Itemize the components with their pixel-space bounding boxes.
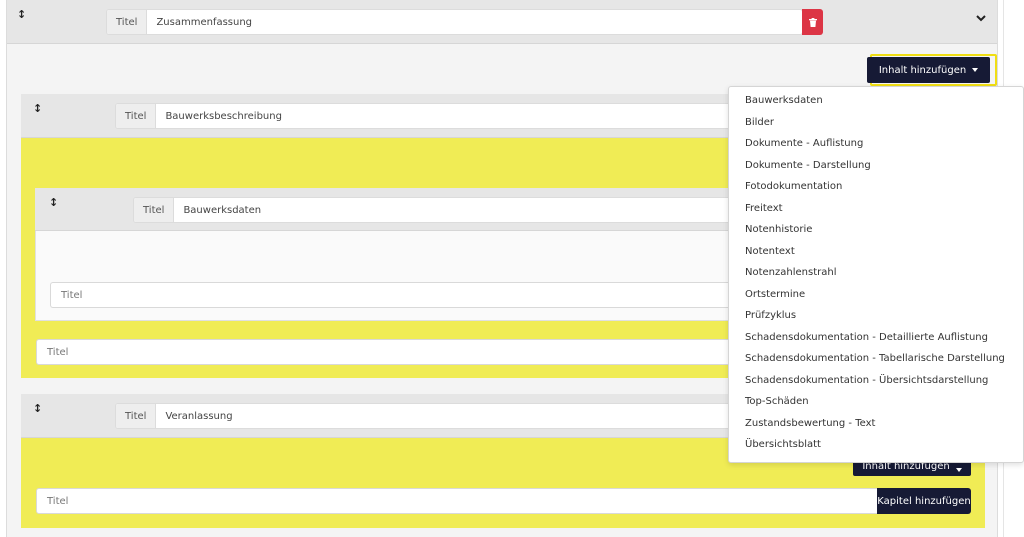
section-title-input[interactable]: Bauwerksbeschreibung [156,104,734,128]
dropdown-item[interactable]: Notenhistorie [745,224,812,235]
top-section-title-input[interactable]: Zusammenfassung [147,10,802,34]
titel-label: Titel [107,10,148,34]
dropdown-item[interactable]: Prüfzyklus [745,310,796,321]
section-title-input[interactable]: Veranlassung [156,404,734,428]
dropdown-item[interactable]: Notenzahlenstrahl [745,267,836,278]
dropdown-item[interactable]: Dokumente - Auflistung [745,138,863,149]
titel-label: Titel [116,104,157,128]
caret-down-icon [955,468,962,472]
dropdown-item[interactable]: Freitext [745,203,783,214]
chevron-down-icon[interactable] [976,15,986,22]
drag-handle-icon[interactable]: ↕ [33,102,42,115]
dropdown-item[interactable]: Übersichtsblatt [745,439,821,450]
dropdown-item[interactable]: Top-Schäden [745,396,809,407]
trash-icon [808,17,817,27]
drag-handle-icon[interactable]: ↕ [17,8,26,21]
top-section-title-group: Titel Zusammenfassung [106,9,803,35]
titel-label: Titel [134,198,175,222]
add-content-button[interactable]: Inhalt hinzufügen [867,57,990,83]
add-chapter-button[interactable]: Kapitel hinzufügen [877,488,971,514]
subsection-title-input[interactable]: Bauwerksdaten [174,198,735,222]
subsection-header-bauwerksdaten: ↕ Titel Bauwerksdaten [35,188,735,231]
dropdown-item[interactable]: Fotodokumentation [745,181,842,192]
veranlassung-chapter-title-input[interactable]: Titel [36,488,881,514]
add-content-dropdown-menu: Bauwerksdaten Bilder Dokumente - Auflistun… [728,86,1024,463]
dropdown-item[interactable]: Zustandsbewertung - Text [745,418,875,429]
top-section-header: ↕ Titel Zusammenfassung [7,0,997,44]
drag-handle-icon[interactable]: ↕ [33,402,42,415]
dropdown-item[interactable]: Bauwerksdaten [745,95,823,106]
section-chapter-title-input[interactable]: Titel [36,339,735,365]
caret-down-icon [972,68,979,72]
dropdown-item[interactable]: Schadensdokumentation - Übersichtsdarste… [745,375,988,386]
subsection-title-group: Titel Bauwerksdaten [133,197,735,223]
titel-label: Titel [116,404,157,428]
delete-section-button[interactable] [802,9,823,35]
dropdown-item[interactable]: Ortstermine [745,289,805,300]
dropdown-item[interactable]: Schadensdokumentation - Tabellarische Da… [745,353,1005,364]
drag-handle-icon[interactable]: ↕ [49,196,58,209]
add-content-label: Inhalt hinzufügen [878,64,967,76]
section-title-group: Titel Veranlassung [115,403,735,429]
dropdown-item[interactable]: Bilder [745,117,774,128]
subsection-chapter-title-input[interactable]: Titel [50,282,735,308]
section-title-group: Titel Bauwerksbeschreibung [115,103,735,129]
dropdown-item[interactable]: Schadensdokumentation - Detaillierte Auf… [745,332,988,343]
dropdown-item[interactable]: Notentext [745,246,795,257]
dropdown-item[interactable]: Dokumente - Darstellung [745,160,871,171]
